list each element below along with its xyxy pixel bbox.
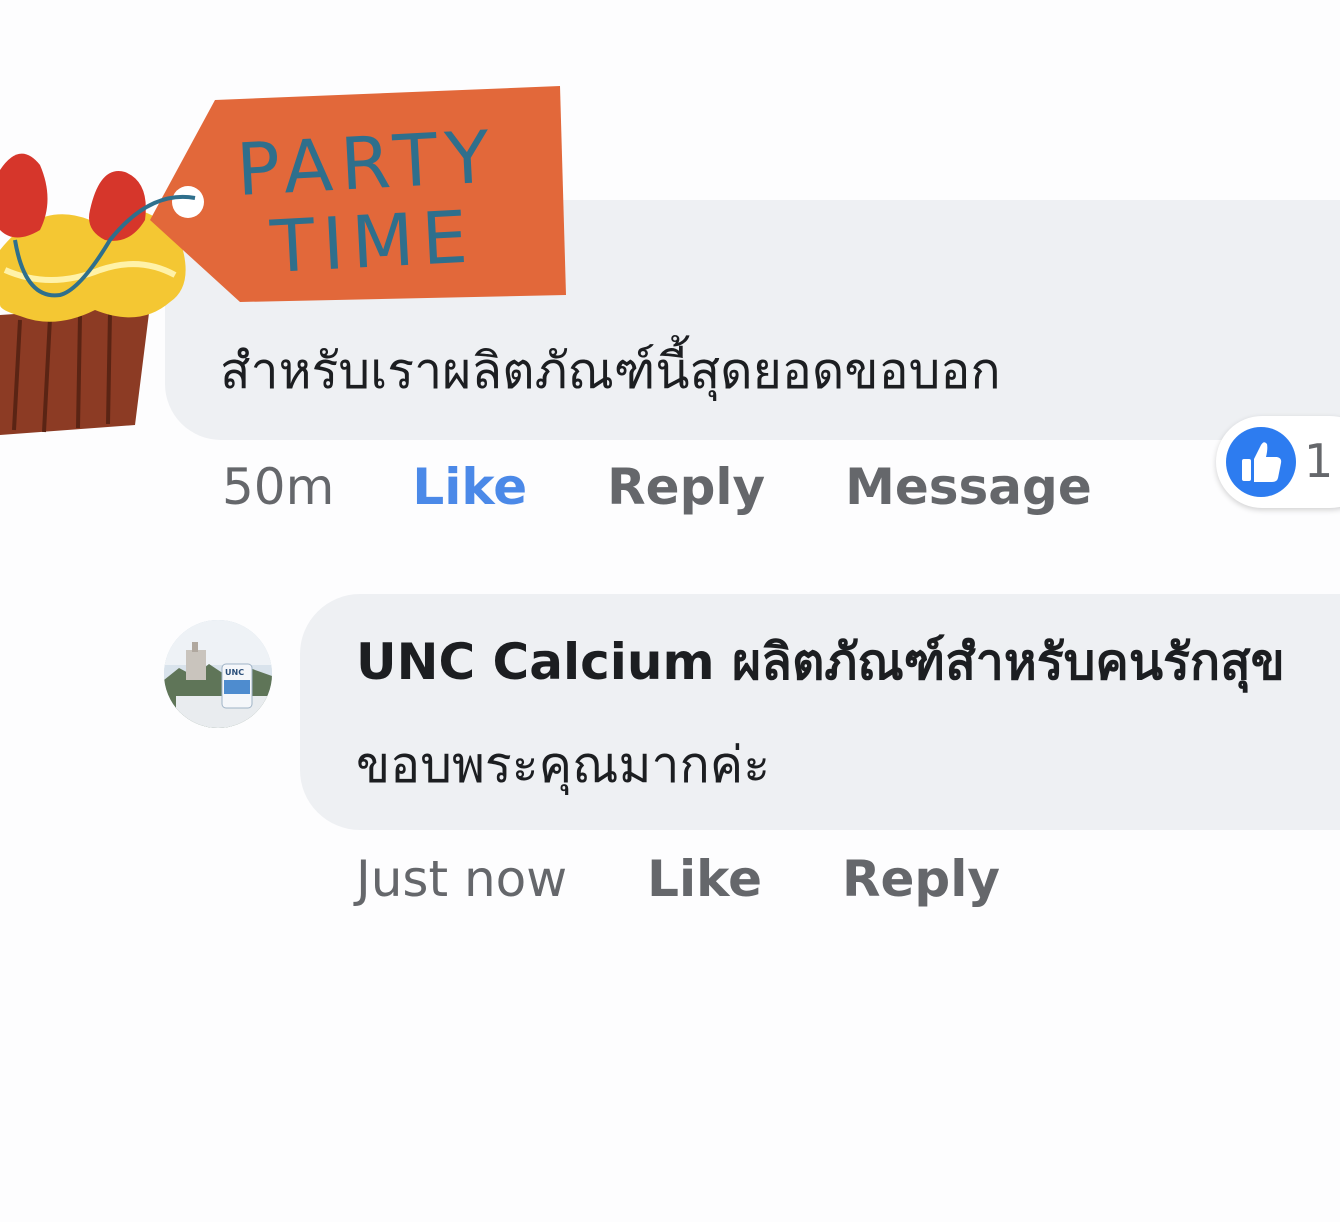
- like-button[interactable]: Like: [647, 854, 762, 904]
- comment-timestamp: Just now: [356, 850, 568, 908]
- tag-hole: [172, 186, 204, 218]
- strawberry-icon: [0, 153, 48, 238]
- like-reaction-circle: [1226, 427, 1296, 497]
- cupcake-liner: [0, 305, 150, 435]
- comment-actions: Just now Like Reply: [356, 854, 1000, 904]
- reply-button[interactable]: Reply: [607, 462, 765, 512]
- message-button[interactable]: Message: [845, 462, 1092, 512]
- comment-timestamp: 50m: [222, 458, 335, 516]
- tag-line-2: TIME: [267, 194, 477, 289]
- comment-bubble: [300, 594, 1340, 830]
- party-time-sticker: PARTY TIME: [0, 86, 566, 435]
- comment-author[interactable]: UNC Calcium ผลิตภัณฑ์สำหรับคนรักสุข: [356, 637, 1285, 687]
- comment-text: ขอบพระคุณมากค่ะ: [356, 736, 771, 794]
- reaction-count: 1: [1304, 434, 1334, 488]
- avatar-product-label: UNC: [225, 668, 244, 677]
- reply-button[interactable]: Reply: [842, 854, 1000, 904]
- avatar[interactable]: UNC: [164, 620, 272, 728]
- reaction-count-pill[interactable]: 1: [1216, 416, 1340, 508]
- thumbs-up-icon: [1242, 442, 1282, 482]
- page-avatar-image: UNC: [164, 620, 272, 728]
- like-button[interactable]: Like: [412, 462, 527, 512]
- comment-actions: 50m Like Reply Message: [222, 462, 1092, 512]
